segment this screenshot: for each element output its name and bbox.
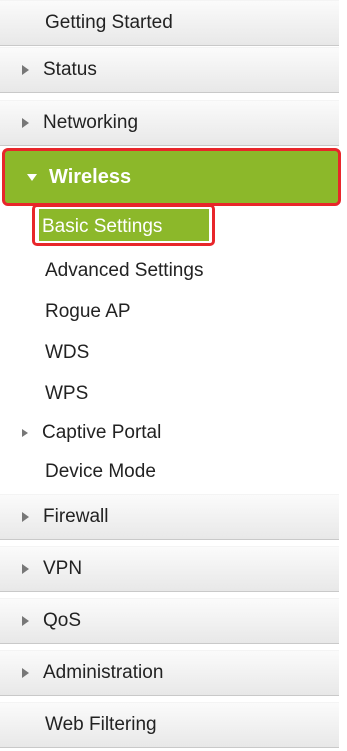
expand-arrow-icon: [22, 668, 29, 678]
subnav-item-label: WDS: [45, 342, 90, 363]
nav-item-vpn[interactable]: VPN: [0, 546, 339, 592]
nav-item-wireless[interactable]: Wireless: [2, 148, 341, 206]
collapse-arrow-icon: [27, 173, 37, 181]
subnav-item-wps[interactable]: WPS: [45, 383, 88, 405]
subnav-item-captive-portal[interactable]: Captive Portal: [22, 422, 161, 444]
subnav-item-rogue-ap[interactable]: Rogue AP: [45, 301, 131, 323]
subnav-item-label: Rogue AP: [45, 301, 131, 322]
nav-item-label: Firewall: [43, 506, 109, 527]
subnav-item-label: Captive Portal: [42, 422, 162, 443]
nav-item-web-filtering[interactable]: Web Filtering: [0, 702, 339, 748]
expand-arrow-icon: [22, 118, 29, 128]
nav-item-label: Web Filtering: [45, 714, 157, 735]
nav-item-label: Wireless: [49, 165, 132, 188]
nav-item-networking[interactable]: Networking: [0, 100, 339, 146]
expand-arrow-icon: [22, 616, 29, 626]
subnav-item-label: WPS: [45, 383, 89, 404]
nav-item-label: Status: [43, 59, 97, 80]
expand-arrow-icon: [22, 564, 29, 574]
nav-item-label: Getting Started: [45, 12, 173, 33]
subnav-item-label: Device Mode: [45, 461, 156, 482]
nav-item-label: QoS: [43, 610, 82, 631]
nav-item-status[interactable]: Status: [0, 47, 339, 93]
nav-item-administration[interactable]: Administration: [0, 650, 339, 696]
expand-arrow-icon: [22, 512, 29, 522]
nav-item-getting-started[interactable]: Getting Started: [0, 0, 339, 46]
expand-arrow-icon: [22, 429, 28, 437]
nav-item-label: VPN: [43, 558, 83, 579]
nav-item-qos[interactable]: QoS: [0, 598, 339, 644]
subnav-item-basic-settings[interactable]: Basic Settings: [42, 216, 162, 238]
subnav-item-label: Basic Settings: [42, 216, 163, 237]
subnav-item-wds[interactable]: WDS: [45, 342, 89, 364]
subnav-item-label: Advanced Settings: [45, 260, 204, 281]
expand-arrow-icon: [22, 65, 29, 75]
nav-item-label: Administration: [43, 662, 164, 683]
subnav-item-device-mode[interactable]: Device Mode: [45, 461, 156, 483]
subnav-item-advanced-settings[interactable]: Advanced Settings: [45, 260, 203, 282]
nav-item-label: Networking: [43, 112, 139, 133]
nav-item-firewall[interactable]: Firewall: [0, 494, 339, 540]
